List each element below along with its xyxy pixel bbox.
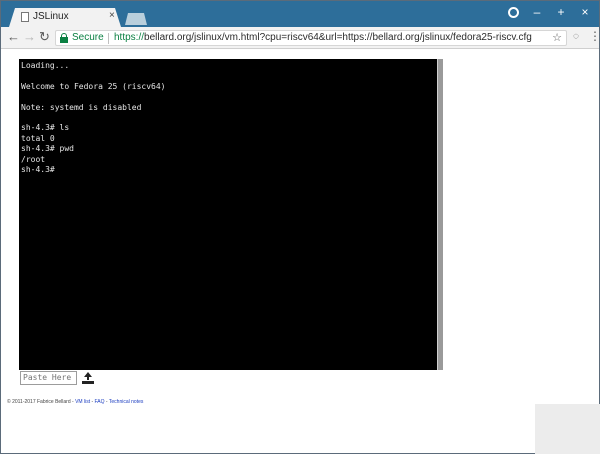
terminal-line: sh-4.3#	[21, 165, 55, 175]
extension-icon[interactable]: ◌	[573, 31, 579, 42]
scrollbar-thumb[interactable]	[438, 59, 443, 370]
bookmark-star-icon[interactable]: ☆	[552, 31, 562, 44]
technical-notes-link[interactable]: Technical notes	[109, 399, 143, 405]
security-label: Secure	[72, 32, 104, 43]
account-icon[interactable]	[508, 6, 519, 18]
minimize-button[interactable]: –	[531, 5, 543, 19]
maximize-button[interactable]: +	[555, 5, 567, 19]
browser-toolbar: ← → ↻ Secure https://bellard.org/jslinux…	[1, 27, 600, 49]
terminal-line: sh-4.3# ls	[21, 123, 70, 133]
terminal-line: Loading...	[21, 61, 70, 70]
title-bar: JSLinux × – + ×	[1, 1, 599, 27]
terminal-output: Loading... Welcome to Fedora 25 (riscv64…	[21, 61, 166, 175]
paste-input[interactable]	[20, 371, 77, 385]
faq-link[interactable]: FAQ	[95, 399, 105, 405]
forward-button[interactable]: →	[23, 29, 36, 44]
url-text[interactable]: https://bellard.org/jslinux/vm.html?cpu=…	[114, 32, 532, 43]
window-controls: – + ×	[508, 5, 591, 19]
browser-window: JSLinux × – + × ← → ↻ Secure https://bel…	[0, 0, 600, 454]
overlay-panel	[535, 404, 600, 454]
terminal-scrollbar[interactable]	[437, 59, 443, 370]
footer: © 2011-2017 Fabrice Bellard - VM list - …	[7, 399, 143, 405]
terminal-screen[interactable]: Loading... Welcome to Fedora 25 (riscv64…	[19, 59, 437, 370]
page-icon	[21, 12, 29, 22]
terminal-line: Welcome to Fedora 25 (riscv64)	[21, 81, 166, 91]
divider	[108, 33, 109, 44]
lock-icon	[60, 33, 68, 43]
url-scheme: https://	[114, 32, 145, 43]
terminal-line: total 0	[21, 133, 55, 143]
tab-title: JSLinux	[33, 11, 69, 22]
tab-close-icon[interactable]: ×	[109, 10, 115, 21]
reload-button[interactable]: ↻	[39, 29, 50, 45]
close-button[interactable]: ×	[579, 5, 591, 19]
terminal-line: Note: systemd is disabled	[21, 102, 142, 112]
new-tab-button[interactable]	[125, 13, 147, 25]
terminal-line: /root	[21, 154, 46, 164]
tab-jslinux[interactable]: JSLinux ×	[9, 8, 121, 27]
terminal-line: sh-4.3# pwd	[21, 144, 74, 154]
back-button[interactable]: ←	[7, 29, 20, 44]
address-bar[interactable]: Secure https://bellard.org/jslinux/vm.ht…	[55, 30, 567, 46]
upload-icon[interactable]	[82, 372, 94, 384]
url-path: bellard.org/jslinux/vm.html?cpu=riscv64&…	[144, 32, 532, 43]
vm-list-link[interactable]: VM list	[75, 399, 90, 405]
browser-menu-icon[interactable]: ⋮	[589, 29, 600, 43]
copyright-text: © 2011-2017 Fabrice Bellard -	[7, 399, 76, 405]
